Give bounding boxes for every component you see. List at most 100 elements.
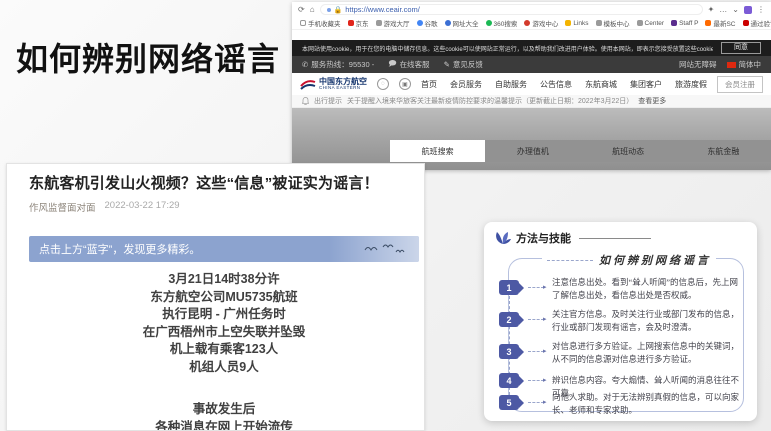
language-switch[interactable]: 简体中 xyxy=(727,59,762,70)
tip-number-badge: 4 xyxy=(499,373,519,388)
bookmark-favicon xyxy=(486,20,492,26)
main-nav: 首页 会员服务 自助服务 公告信息 东航商城 集团客户 旅游度假 xyxy=(421,79,707,90)
textbook-header-label: 方法与技能 xyxy=(516,230,571,246)
bookmark-favicon xyxy=(348,20,354,26)
more-icon[interactable]: … xyxy=(719,5,727,14)
hotline[interactable]: ✆服务热线：95530 - xyxy=(302,59,374,70)
tip-connector xyxy=(528,319,544,320)
bookmark-item[interactable]: Links xyxy=(565,20,588,27)
tip-text: 对信息进行多方验证。上网搜索信息中的关键词，从不同的信息源对信息进行多方验证。 xyxy=(552,340,742,365)
online-service-link[interactable]: 🗩在线客服 xyxy=(388,58,429,71)
bookmark-item[interactable]: 游戏大厅 xyxy=(376,18,410,28)
swallow-icon xyxy=(300,78,316,90)
bookmark-item[interactable]: 模板中心 xyxy=(596,18,630,28)
plus-icon[interactable]: ✦ xyxy=(708,5,715,14)
bookmark-item[interactable]: 谷歌 xyxy=(417,18,438,28)
banner-text: 点击上方“蓝字”，发现更多精彩。 xyxy=(39,241,200,257)
tip-connector xyxy=(528,380,544,381)
bookmark-favicon xyxy=(596,20,602,26)
travel-notice-bar: 出行提示 关于提醒入境来华旅客关注最新疫情防控要求的温馨提示（更新截止日期：20… xyxy=(292,95,771,108)
hero-banner: 航班搜索 办理值机 航班动态 东航金融 xyxy=(292,108,771,170)
nav-group-customers[interactable]: 集团客户 xyxy=(630,79,662,90)
article-paragraph: 3月21日14时38分许 东方航空公司MU5735航班 执行昆明 - 广州任务时… xyxy=(29,271,419,376)
nav-mall[interactable]: 东航商城 xyxy=(585,79,617,90)
cookie-agree-button[interactable]: 同意 xyxy=(721,42,761,54)
tip-text: 向他人求助。对于无法辨别真假的信息，可以向家长、老师和专家求助。 xyxy=(552,391,742,416)
nav-home[interactable]: 首页 xyxy=(421,79,437,90)
nav-member-services[interactable]: 会员服务 xyxy=(450,79,482,90)
header-rule xyxy=(579,238,651,239)
tab-flight-search[interactable]: 航班搜索 xyxy=(390,140,485,162)
bookmark-item[interactable]: Center xyxy=(637,20,665,27)
home-icon[interactable]: ⌂ xyxy=(310,5,315,14)
chevron-down-icon[interactable]: ⌄ xyxy=(732,5,739,14)
arrow-icon: ▸ xyxy=(543,398,547,406)
cookie-consent-bar: 本网站使用cookie，用于在您的电脑中储存信息。这些cookie可以使网站正常… xyxy=(292,40,771,56)
arrow-icon: ▸ xyxy=(543,315,547,323)
follow-banner[interactable]: 点击上方“蓝字”，发现更多精彩。 xyxy=(29,236,419,262)
bookmark-item[interactable]: 游戏中心 xyxy=(524,18,558,28)
tab-checkin[interactable]: 办理值机 xyxy=(485,140,580,162)
textbook-card: 方法与技能 如何辨别网络谣言 1 ▸ 注意信息出处。看到“耸人听闻”的信息后，先… xyxy=(484,222,757,421)
bookmark-favicon xyxy=(376,20,382,26)
member-register-button[interactable]: 会员注册 xyxy=(717,76,763,93)
feedback-link[interactable]: ✎意见反馈 xyxy=(444,59,483,70)
nav-self-services[interactable]: 自助服务 xyxy=(495,79,527,90)
cookie-text: 本网站使用cookie，用于在您的电脑中储存信息。这些cookie可以使网站正常… xyxy=(302,44,713,53)
bookmark-favicon xyxy=(300,20,306,26)
textbook-header: 方法与技能 xyxy=(494,230,651,246)
bookmarks-bar: 手机收藏夹 京东 游戏大厅 谷歌 网址大全 360搜索 游戏中心 Links 模… xyxy=(292,17,771,30)
nav-announcements[interactable]: 公告信息 xyxy=(540,79,572,90)
bookmark-item[interactable]: 手机收藏夹 xyxy=(300,18,341,28)
edit-icon: ✎ xyxy=(444,60,450,69)
bookmark-favicon xyxy=(565,20,571,26)
bookmark-favicon xyxy=(524,20,530,26)
arrow-icon: ▸ xyxy=(543,283,547,291)
china-eastern-logo[interactable]: 中国东方航空 CHINA EASTERN xyxy=(300,78,367,91)
tips-title: 如何辨别网络谣言 xyxy=(542,252,716,268)
browser-toolbar: ⟳ ⌂ 🔒 https://www.ceair.com/ ✦ … ⌄ ⋮ xyxy=(292,2,771,17)
tab-finance[interactable]: 东航金融 xyxy=(676,140,771,162)
nav-vacation[interactable]: 旅游度假 xyxy=(675,79,707,90)
arrow-icon: ▸ xyxy=(543,376,547,384)
dashed-rule xyxy=(547,260,593,261)
tip-number-badge: 2 xyxy=(499,312,519,327)
extension-icon[interactable] xyxy=(744,6,752,14)
tab-favicon xyxy=(327,8,331,12)
notice-more-link[interactable]: 查看更多 xyxy=(638,96,666,106)
phone-icon: ✆ xyxy=(302,60,308,69)
tip-connector xyxy=(528,351,544,352)
reload-icon[interactable]: ⟳ xyxy=(298,5,305,14)
tab-flight-status[interactable]: 航班动态 xyxy=(581,140,676,162)
kebab-menu-icon[interactable]: ⋮ xyxy=(757,5,765,14)
article-title: 东航客机引发山火视频？这些“信息”被证实为谣言！ xyxy=(29,172,424,193)
flag-icon xyxy=(727,62,736,68)
accessibility-link[interactable]: 网站无障碍 xyxy=(679,59,717,70)
bookmark-favicon xyxy=(417,20,423,26)
tip-number-badge: 3 xyxy=(499,344,519,359)
birds-decoration-icon xyxy=(329,236,419,262)
bookmark-favicon xyxy=(445,20,451,26)
anniversary-badge-icon: ▣ xyxy=(399,78,411,90)
booking-tabs: 航班搜索 办理值机 航班动态 东航金融 xyxy=(390,140,771,162)
address-bar[interactable]: 🔒 https://www.ceair.com/ xyxy=(320,4,703,15)
bookmark-item[interactable]: 通过验证 xyxy=(743,18,771,28)
bookmark-item[interactable]: 网址大全 xyxy=(445,18,479,28)
bookmark-item[interactable]: 最新SC xyxy=(705,18,735,28)
notice-text: 关于提醒入境来华旅客关注最新疫情防控要求的温馨提示（更新截止日期：2022年3月… xyxy=(347,96,633,106)
url-text[interactable]: https://www.ceair.com/ xyxy=(345,5,420,14)
bookmark-item[interactable]: Staff P xyxy=(671,20,698,27)
page-title: 如何辨别网络谣言 xyxy=(16,34,280,80)
methods-logo-icon xyxy=(494,231,512,245)
lock-icon: 🔒 xyxy=(334,6,343,14)
notice-label: 出行提示 xyxy=(314,96,342,106)
article-byline: 作风监督面对面 2022-03-22 17:29 xyxy=(29,200,424,214)
bookmark-item[interactable]: 京东 xyxy=(348,18,369,28)
page-top-whitespace xyxy=(292,30,771,40)
service-bar: ✆服务热线：95530 - 🗩在线客服 ✎意见反馈 网站无障碍 简体中 xyxy=(292,56,771,73)
tip-text: 关注官方信息。及时关注行业或部门发布的信息，行业或部门发现有谣言，会及时澄清。 xyxy=(552,308,742,333)
bookmark-item[interactable]: 360搜索 xyxy=(486,18,518,28)
chat-icon: 🗩 xyxy=(388,58,396,71)
browser-window: ⟳ ⌂ 🔒 https://www.ceair.com/ ✦ … ⌄ ⋮ 手机收… xyxy=(292,2,771,170)
article-datetime: 2022-03-22 17:29 xyxy=(105,200,180,214)
